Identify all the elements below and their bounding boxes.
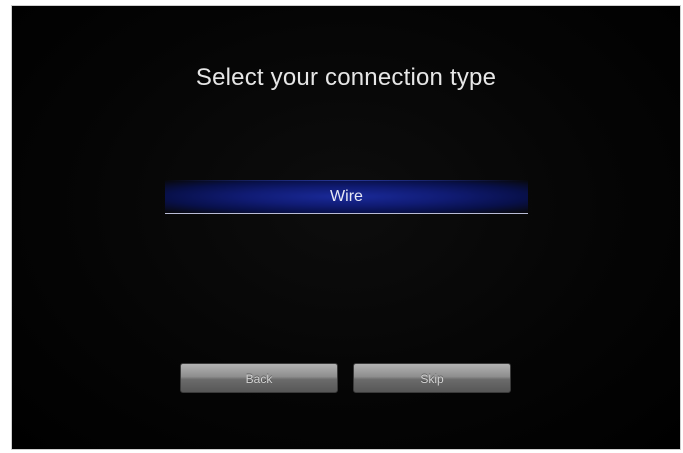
page-title: Select your connection type xyxy=(195,64,497,91)
back-button[interactable]: Back xyxy=(180,363,338,393)
setup-screen: Select your connection type Wire Back Sk… xyxy=(11,5,681,450)
navigation-buttons: Back Skip xyxy=(12,363,680,393)
skip-button[interactable]: Skip xyxy=(353,363,511,393)
connection-type-list: Wire xyxy=(165,180,528,214)
connection-option-wire[interactable]: Wire xyxy=(165,180,528,214)
